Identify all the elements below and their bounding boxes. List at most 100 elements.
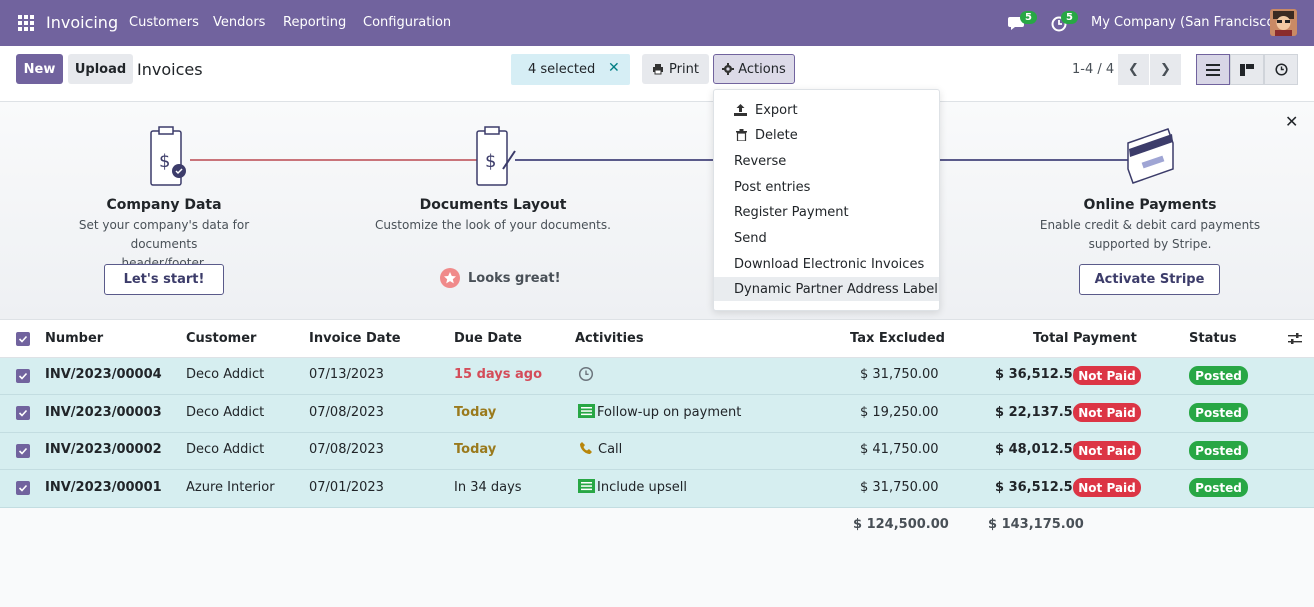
payment-status-badge: Not Paid <box>1073 441 1141 460</box>
cell-tax-excluded: $ 41,750.00 <box>860 442 939 457</box>
cell-tax-excluded: $ 31,750.00 <box>860 480 939 495</box>
step-description: Set your company's data for documents <box>78 218 250 251</box>
menu-item-delete[interactable]: Delete <box>714 123 939 147</box>
row-checkbox[interactable] <box>16 369 30 383</box>
cell-tax-excluded: $ 19,250.00 <box>860 405 939 420</box>
unselect-close-icon[interactable]: ✕ <box>608 60 620 76</box>
user-avatar[interactable] <box>1270 9 1297 36</box>
table-row[interactable]: INV/2023/00002 Deco Addict 07/08/2023 To… <box>0 433 1314 470</box>
cell-activity[interactable]: Follow-up on payment <box>597 405 741 420</box>
row-checkbox[interactable] <box>16 406 30 420</box>
control-panel: New Upload Invoices 4 selected ✕ Print A… <box>0 46 1314 102</box>
progress-line <box>190 159 480 161</box>
nav-customers[interactable]: Customers <box>129 15 199 30</box>
status-badge: Posted <box>1189 366 1248 385</box>
lets-start-button[interactable]: Let's start! <box>104 264 224 295</box>
menu-item-register-payment[interactable]: Register Payment <box>714 200 939 224</box>
close-banner-icon[interactable]: ✕ <box>1285 112 1298 131</box>
pager-previous-icon[interactable]: ❮ <box>1118 54 1149 85</box>
cell-activity[interactable]: Include upsell <box>597 480 687 495</box>
actions-label: Actions <box>738 61 786 77</box>
cell-number: INV/2023/00003 <box>45 405 162 420</box>
new-button[interactable]: New <box>16 54 63 84</box>
cell-due-date: In 34 days <box>454 480 522 495</box>
step-company-data: Company Data Set your company's data for… <box>44 197 284 273</box>
select-all-checkbox[interactable] <box>16 332 30 346</box>
menu-item-label: Delete <box>755 127 798 143</box>
phone-icon[interactable] <box>579 441 593 455</box>
menu-item-label: Export <box>755 102 798 118</box>
nav-vendors[interactable]: Vendors <box>213 15 265 30</box>
kanban-view-icon[interactable] <box>1230 54 1264 85</box>
step-online-payments: Online Payments Enable credit & debit ca… <box>1030 197 1270 254</box>
optional-columns-sliders-icon[interactable] <box>1288 332 1302 345</box>
cell-invoice-date: 07/13/2023 <box>309 367 384 382</box>
cell-customer: Deco Addict <box>186 442 265 457</box>
status-badge: Posted <box>1189 403 1248 422</box>
row-checkbox[interactable] <box>16 481 30 495</box>
table-row[interactable]: INV/2023/00004 Deco Addict 07/13/2023 15… <box>0 358 1314 395</box>
cell-total: $ 36,512.50 <box>995 480 1082 495</box>
company-switcher[interactable]: My Company (San Francisco) <box>1091 15 1279 30</box>
table-row[interactable]: INV/2023/00003 Deco Addict 07/08/2023 To… <box>0 395 1314 433</box>
activate-stripe-button[interactable]: Activate Stripe <box>1079 264 1220 295</box>
row-checkbox[interactable] <box>16 444 30 458</box>
gear-icon <box>722 63 735 75</box>
clock-icon[interactable] <box>578 366 594 382</box>
step-title: Documents Layout <box>419 197 567 213</box>
menu-item-export[interactable]: Export <box>714 98 939 122</box>
upload-button[interactable]: Upload <box>68 54 133 84</box>
cell-customer: Deco Addict <box>186 405 265 420</box>
status-badge: Posted <box>1189 478 1248 497</box>
menu-item-dynamic-partner-address-label[interactable]: Dynamic Partner Address Label <box>714 277 939 301</box>
cell-total: $ 48,012.50 <box>995 442 1082 457</box>
sum-total: $ 143,175.00 <box>988 517 1084 532</box>
actions-button[interactable]: Actions <box>713 54 795 84</box>
step-description: supported by Stripe. <box>1088 237 1212 251</box>
activities-count-badge: 5 <box>1061 11 1078 24</box>
list-icon[interactable] <box>578 479 595 493</box>
cell-activity[interactable]: Call <box>598 442 622 457</box>
app-title[interactable]: Invoicing <box>46 13 118 32</box>
pager-value[interactable]: 1-4 / 4 <box>1072 62 1114 77</box>
printer-icon <box>653 64 664 75</box>
selected-count: 4 selected <box>528 62 596 77</box>
cell-tax-excluded: $ 31,750.00 <box>860 367 939 382</box>
upload-icon <box>734 104 747 116</box>
apps-menu-icon[interactable] <box>18 15 34 31</box>
column-header-tax-excluded[interactable]: Tax Excluded <box>850 331 945 346</box>
table-row[interactable]: INV/2023/00001 Azure Interior 07/01/2023… <box>0 470 1314 508</box>
actions-dropdown-menu: Export Delete Reverse Post entries Regis… <box>713 89 940 311</box>
menu-item-reverse[interactable]: Reverse <box>714 149 939 173</box>
clipboard-dollar-icon: $ <box>150 126 186 186</box>
print-button[interactable]: Print <box>642 54 709 84</box>
cell-customer: Azure Interior <box>186 480 275 495</box>
column-header-number[interactable]: Number <box>45 331 103 346</box>
activity-view-icon[interactable] <box>1264 54 1298 85</box>
payment-status-badge: Not Paid <box>1073 478 1141 497</box>
list-view-icon[interactable] <box>1196 54 1230 85</box>
cell-number: INV/2023/00001 <box>45 480 162 495</box>
cell-due-date: Today <box>454 405 497 420</box>
breadcrumb-invoices: Invoices <box>137 60 203 79</box>
menu-item-download-electronic-invoices[interactable]: Download Electronic Invoices <box>714 252 939 276</box>
print-label: Print <box>669 61 699 77</box>
column-header-activities[interactable]: Activities <box>575 331 644 346</box>
menu-item-send[interactable]: Send <box>714 226 939 250</box>
column-header-invoice-date[interactable]: Invoice Date <box>309 331 401 346</box>
nav-reporting[interactable]: Reporting <box>283 15 346 30</box>
column-header-due-date[interactable]: Due Date <box>454 331 522 346</box>
step-title: Company Data <box>106 197 222 213</box>
column-header-payment[interactable]: Payment <box>1073 331 1137 346</box>
cell-total: $ 36,512.50 <box>995 367 1082 382</box>
pager-next-icon[interactable]: ❯ <box>1150 54 1181 85</box>
column-header-status[interactable]: Status <box>1189 331 1237 346</box>
menu-item-post-entries[interactable]: Post entries <box>714 175 939 199</box>
trash-icon <box>736 129 747 141</box>
cell-invoice-date: 07/08/2023 <box>309 442 384 457</box>
cell-due-date: 15 days ago <box>454 367 543 382</box>
column-header-customer[interactable]: Customer <box>186 331 256 346</box>
list-icon[interactable] <box>578 404 595 418</box>
nav-configuration[interactable]: Configuration <box>363 15 451 30</box>
column-header-total[interactable]: Total <box>1033 331 1069 346</box>
